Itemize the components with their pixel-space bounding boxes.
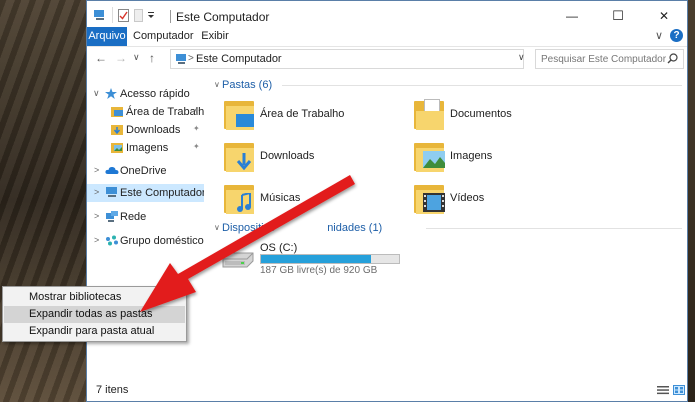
nav-label: Este Computador: [120, 187, 206, 199]
folders-group-header[interactable]: ∨ Pastas (6): [214, 79, 273, 91]
up-button[interactable]: ↑: [149, 51, 155, 65]
nav-item-downloads[interactable]: Downloads ✦: [87, 121, 204, 139]
pictures-folder-icon: [111, 143, 123, 153]
address-dropdown-button[interactable]: ∨: [518, 52, 525, 63]
context-menu: Mostrar bibliotecas Expandir todas as pa…: [2, 286, 187, 342]
help-button[interactable]: ?: [670, 29, 683, 42]
computer-icon: [106, 187, 117, 197]
pictures-folder-icon: [412, 139, 448, 175]
back-button[interactable]: ←: [95, 51, 107, 65]
address-location: Este Computador: [196, 53, 282, 65]
folder-label: Músicas: [260, 192, 301, 204]
drive-free-space: 187 GB livre(s) de 920 GB: [260, 265, 378, 276]
address-bar[interactable]: > Este Computador: [170, 49, 524, 69]
tab-arquivo[interactable]: Arquivo: [87, 27, 127, 46]
recent-locations-button[interactable]: ∨: [133, 52, 140, 63]
nav-label: Grupo doméstico: [120, 235, 204, 247]
details-view-icon[interactable]: [657, 385, 669, 395]
drive-name: OS (C:): [260, 242, 298, 254]
nav-item-homegroup[interactable]: > Grupo doméstico: [87, 232, 204, 250]
address-row: ← → ∨ ↑ > Este Computador ∨ ↻ Pesquisar …: [87, 47, 687, 71]
drive-usage-fill: [261, 255, 371, 263]
computer-app-icon: [94, 10, 104, 20]
chevron-down-icon: ∨: [214, 80, 220, 89]
pin-icon: ✦: [193, 142, 200, 151]
menu-item-expand-to-current-folder[interactable]: Expandir para pasta atual: [4, 323, 185, 340]
content-pane: ∨ Pastas (6) Área de Trabalho Documentos: [204, 71, 687, 381]
devices-group-header[interactable]: ∨ Dispositivo nidades (1): [214, 222, 383, 234]
folder-label: Documentos: [450, 108, 512, 120]
nav-item-this-pc[interactable]: > Este Computador: [87, 184, 206, 202]
status-bar: 7 itens: [87, 381, 687, 401]
item-count: 7 itens: [96, 384, 129, 396]
star-icon: [105, 88, 117, 99]
hard-drive-icon: [222, 252, 254, 268]
nav-item-network[interactable]: > Rede: [87, 208, 204, 226]
search-icon: [667, 53, 678, 64]
nav-item-desktop[interactable]: Área de Trabalho ✦: [87, 103, 210, 121]
onedrive-icon: [105, 166, 119, 174]
chevron-right-icon[interactable]: >: [94, 235, 99, 245]
documents-folder-icon: [412, 97, 448, 133]
pin-icon: ✦: [193, 106, 200, 115]
menu-item-label: Expandir todas as pastas: [29, 308, 153, 320]
downloads-folder-icon: [111, 125, 123, 135]
downloads-folder-icon: [222, 139, 258, 175]
videos-folder-icon: [412, 181, 448, 217]
chevron-right-icon[interactable]: >: [94, 165, 99, 175]
nav-label: OneDrive: [120, 165, 167, 177]
desktop-folder-icon: [222, 97, 258, 133]
search-box[interactable]: Pesquisar Este Computador: [535, 49, 684, 69]
folder-label: Imagens: [450, 150, 493, 162]
chevron-down-icon: ∨: [214, 223, 220, 232]
folder-label: Downloads: [260, 150, 315, 162]
menu-item-show-libraries[interactable]: Mostrar bibliotecas: [4, 289, 185, 306]
properties-icon[interactable]: [118, 9, 129, 22]
devices-group-title-start: Dispositivo: [222, 222, 276, 234]
chevron-right-icon[interactable]: >: [94, 187, 99, 197]
nav-label: Downloads: [126, 124, 181, 136]
customize-toolbar-icon[interactable]: [147, 11, 155, 19]
nav-quick-access[interactable]: ∨ Acesso rápido: [87, 85, 204, 103]
ribbon-tabs: Arquivo Computador Exibir ∨ ?: [87, 27, 687, 47]
menu-item-label: Mostrar bibliotecas: [29, 291, 122, 303]
folder-label: Área de Trabalho: [260, 108, 345, 120]
window-title: Este Computador: [176, 10, 270, 24]
desktop-folder-icon: [111, 107, 123, 117]
menu-item-label: Expandir para pasta atual: [29, 325, 155, 337]
homegroup-icon: [106, 235, 118, 246]
drive-usage-bar: [260, 254, 400, 264]
menu-item-expand-all-folders[interactable]: Expandir todas as pastas: [4, 306, 185, 323]
devices-group-title-end: nidades (1): [327, 222, 383, 234]
music-folder-icon: [222, 181, 258, 217]
nav-item-pictures[interactable]: Imagens ✦: [87, 139, 204, 157]
nav-label: Acesso rápido: [120, 88, 190, 100]
nav-label: Rede: [120, 211, 147, 223]
pin-icon: ✦: [193, 124, 200, 133]
folders-group-title: Pastas (6): [222, 79, 273, 91]
desktop-background-right: [688, 0, 695, 402]
nav-label: Imagens: [126, 142, 169, 154]
tab-computador[interactable]: Computador: [133, 27, 194, 46]
new-folder-icon[interactable]: [134, 9, 143, 22]
network-icon: [106, 211, 118, 222]
chevron-right-icon[interactable]: >: [94, 211, 99, 221]
forward-button[interactable]: →: [115, 51, 127, 65]
nav-item-onedrive[interactable]: > OneDrive: [87, 162, 204, 180]
search-input[interactable]: Pesquisar Este Computador: [541, 54, 666, 65]
address-separator: >: [188, 53, 194, 64]
large-icons-view-icon[interactable]: [673, 385, 685, 395]
folder-label: Vídeos: [450, 192, 485, 204]
tab-exibir[interactable]: Exibir: [197, 27, 233, 46]
computer-icon: [176, 54, 186, 64]
expand-ribbon-button[interactable]: ∨: [655, 29, 663, 42]
chevron-down-icon[interactable]: ∨: [93, 88, 100, 99]
